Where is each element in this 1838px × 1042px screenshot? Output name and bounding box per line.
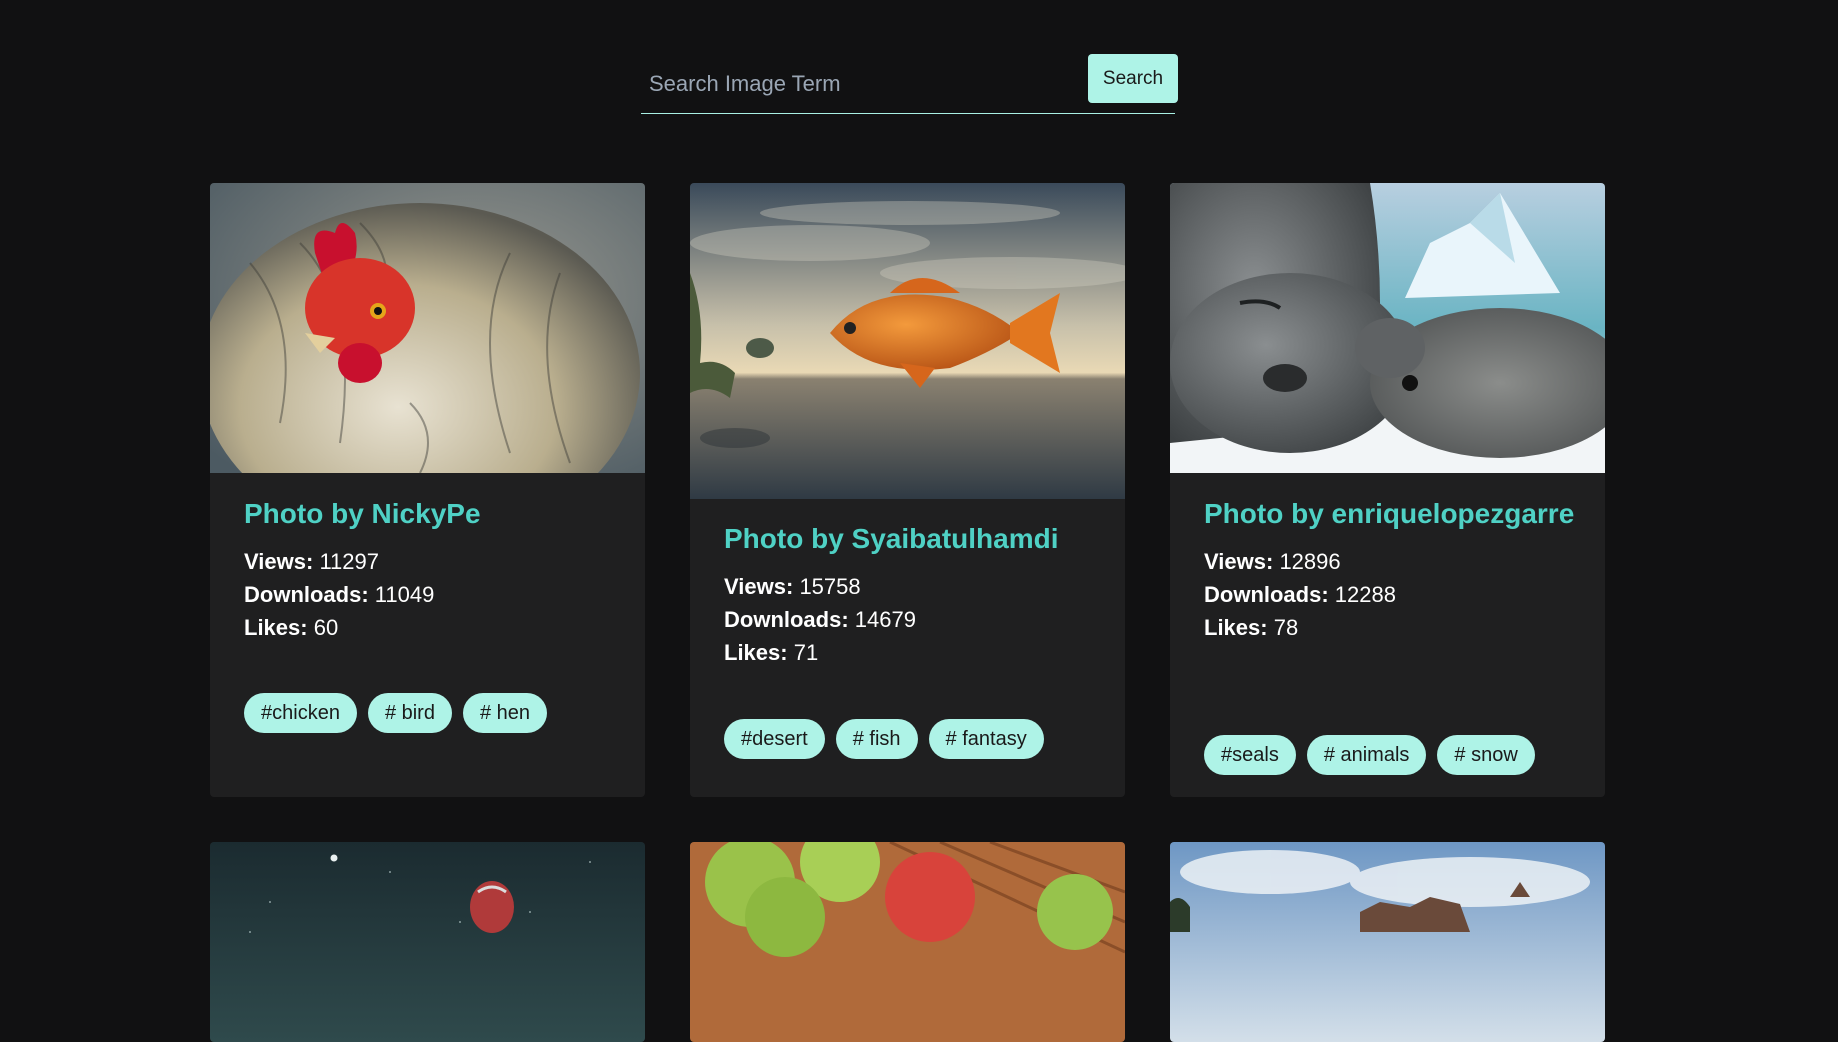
views-stat: Views: 11297	[244, 545, 621, 578]
downloads-label: Downloads:	[724, 607, 849, 632]
tag-chip[interactable]: # hen	[462, 693, 548, 733]
tag-chip[interactable]: # animals	[1306, 735, 1427, 775]
card-image	[210, 183, 645, 473]
likes-label: Likes:	[724, 640, 788, 665]
tag-chip[interactable]: # snow	[1437, 735, 1535, 775]
views-label: Views:	[724, 574, 794, 599]
likes-stat: Likes: 71	[724, 636, 1101, 669]
search-underline	[641, 113, 1175, 114]
downloads-stat: Downloads: 12288	[1204, 578, 1581, 611]
fish-image	[690, 183, 1125, 499]
tag-chip[interactable]: #seals	[1204, 735, 1296, 775]
likes-value: 78	[1273, 615, 1299, 640]
apples-image	[690, 842, 1125, 1042]
tag-chip[interactable]: # fantasy	[928, 719, 1044, 759]
card-title: Photo by Syaibatulhamdi	[724, 523, 1059, 554]
likes-value: 60	[313, 615, 339, 640]
downloads-stat: Downloads: 14679	[724, 603, 1101, 636]
views-label: Views:	[1204, 549, 1274, 574]
tag-list: #seals # animals # snow	[1204, 735, 1535, 775]
views-stat: Views: 15758	[724, 570, 1101, 603]
card-image	[690, 842, 1125, 1042]
seals-image	[1170, 183, 1605, 473]
tag-list: #chicken # bird # hen	[244, 693, 548, 733]
downloads-label: Downloads:	[1204, 582, 1329, 607]
tag-chip[interactable]: #desert	[724, 719, 825, 759]
likes-label: Likes:	[244, 615, 308, 640]
downloads-value: 14679	[854, 607, 916, 632]
image-card	[1170, 842, 1605, 1042]
views-value: 15758	[799, 574, 861, 599]
views-value: 11297	[319, 549, 379, 574]
search-button[interactable]: Search	[1088, 54, 1178, 103]
search-form: Search	[641, 54, 1178, 115]
card-image	[690, 183, 1125, 499]
tag-chip[interactable]: # bird	[367, 693, 452, 733]
views-value: 12896	[1279, 549, 1341, 574]
downloads-stat: Downloads: 11049	[244, 578, 621, 611]
card-image	[1170, 183, 1605, 473]
card-title: Photo by enriquelopezgarre	[1204, 498, 1575, 529]
downloads-value: 11049	[374, 582, 435, 607]
search-input[interactable]	[641, 54, 1071, 114]
likes-stat: Likes: 78	[1204, 611, 1581, 644]
balloon-image	[210, 842, 645, 1042]
building-image	[1170, 842, 1605, 1042]
downloads-value: 12288	[1334, 582, 1396, 607]
image-card: Photo by NickyPe Views: 11297 Downloads:…	[210, 183, 645, 797]
views-stat: Views: 12896	[1204, 545, 1581, 578]
views-label: Views:	[244, 549, 314, 574]
card-image	[210, 842, 645, 1042]
tag-list: #desert # fish # fantasy	[724, 719, 1044, 759]
image-card: Photo by enriquelopezgarre Views: 12896 …	[1170, 183, 1605, 797]
image-card: Photo by Syaibatulhamdi Views: 15758 Dow…	[690, 183, 1125, 797]
likes-stat: Likes: 60	[244, 611, 621, 644]
likes-label: Likes:	[1204, 615, 1268, 640]
card-title: Photo by NickyPe	[244, 498, 481, 529]
likes-value: 71	[793, 640, 819, 665]
image-card	[210, 842, 645, 1042]
tag-chip[interactable]: # fish	[835, 719, 918, 759]
downloads-label: Downloads:	[244, 582, 369, 607]
image-card	[690, 842, 1125, 1042]
card-image	[1170, 842, 1605, 1042]
tag-chip[interactable]: #chicken	[244, 693, 357, 733]
chicken-image	[210, 183, 645, 473]
